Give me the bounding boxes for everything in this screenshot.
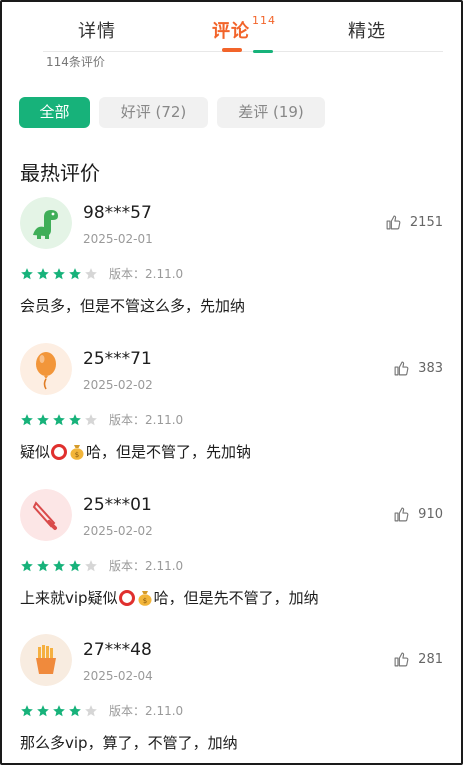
review-text: 会员多，但是不管这么多，先加纳 (20, 297, 246, 315)
review-date: 2025-02-02 (83, 378, 153, 392)
star-filled-icon (21, 704, 33, 716)
knife-icon (20, 489, 72, 541)
review-text: 疑似 $ 哈，但是不管了，先加钠 (20, 441, 251, 462)
red-circle-icon (118, 590, 135, 606)
tab-reviews-badge: 114 (252, 14, 276, 27)
tab-divider (43, 51, 443, 52)
username: 25***71 (83, 349, 152, 369)
star-filled-icon (69, 704, 81, 716)
section-title: 最热评价 (20, 161, 100, 185)
tab-details[interactable]: 详情 (78, 17, 116, 43)
red-circle-icon (51, 444, 68, 460)
username: 25***01 (83, 495, 152, 515)
review-item: 98***57 2025-02-01 2151 版本：2.11.0 会员多，但是… (2, 197, 461, 342)
review-text: 上来就vip疑似 $ 哈，但是先不管了，加纳 (20, 587, 319, 608)
review-text-part: 上来就vip疑似 (20, 589, 118, 607)
star-filled-icon (53, 704, 65, 716)
star-rating: 版本：2.11.0 (20, 557, 183, 574)
username: 98***57 (83, 203, 152, 223)
tab-reviews[interactable]: 评论114 (212, 14, 276, 43)
review-date: 2025-02-01 (83, 232, 153, 246)
svg-text:$: $ (142, 597, 146, 605)
avatar[interactable] (20, 634, 72, 686)
review-text-part: 哈，但是先不管了，加纳 (153, 589, 319, 607)
app-version: 版本：2.11.0 (109, 559, 184, 573)
star-filled-icon (69, 559, 81, 571)
tab-reviews-label: 评论 (212, 21, 250, 42)
review-date: 2025-02-02 (83, 524, 153, 538)
like-count: 383 (418, 361, 443, 376)
dinosaur-icon (20, 197, 72, 249)
filter-negative-button[interactable]: 差评 (19) (217, 97, 325, 128)
star-filled-icon (53, 267, 65, 279)
review-item: 27***48 2025-02-04 281 版本：2.11.0 那么多vip，… (2, 634, 461, 763)
tab-featured[interactable]: 精选 (348, 17, 386, 43)
review-date: 2025-02-04 (83, 669, 153, 683)
star-filled-icon (53, 413, 65, 425)
star-empty-icon (85, 413, 97, 425)
star-filled-icon (37, 413, 49, 425)
thumbs-up-icon (386, 215, 401, 230)
star-filled-icon (69, 413, 81, 425)
like-count: 281 (418, 652, 443, 667)
review-text-part: 哈，但是不管了，先加钠 (86, 443, 252, 461)
star-filled-icon (37, 267, 49, 279)
star-empty-icon (85, 704, 97, 716)
star-filled-icon (21, 413, 33, 425)
like-button[interactable]: 383 (393, 360, 443, 377)
like-button[interactable]: 910 (393, 506, 443, 523)
money-bag-icon: $ (138, 591, 152, 606)
tab-bar: 详情 评论114 精选 (2, 2, 461, 50)
app-version: 版本：2.11.0 (109, 704, 184, 718)
thumbs-up-icon (394, 652, 409, 667)
review-item: 25***71 2025-02-02 383 版本：2.11.0 疑似 $ 哈，但是… (2, 343, 461, 488)
review-count: 114条评价 (46, 55, 105, 69)
balloon-icon (20, 343, 72, 395)
thumbs-up-icon (394, 507, 409, 522)
svg-text:$: $ (75, 451, 79, 459)
review-item: 25***01 2025-02-02 910 版本：2.11.0 上来就vip疑… (2, 489, 461, 634)
fries-icon (20, 634, 72, 686)
star-filled-icon (53, 559, 65, 571)
star-filled-icon (37, 704, 49, 716)
app-frame: 详情 评论114 精选 114条评价 全部 好评 (72) 差评 (19) 最热… (0, 0, 463, 765)
star-rating: 版本：2.11.0 (20, 411, 183, 428)
star-filled-icon (69, 267, 81, 279)
filter-positive-button[interactable]: 好评 (72) (99, 97, 208, 128)
app-version: 版本：2.11.0 (109, 267, 184, 281)
money-bag-icon: $ (70, 445, 84, 460)
star-filled-icon (21, 267, 33, 279)
filter-all-button[interactable]: 全部 (19, 97, 90, 128)
thumbs-up-icon (394, 361, 409, 376)
review-text: 那么多vip，算了，不管了，加纳 (20, 734, 238, 752)
tab-indicator-secondary (253, 50, 273, 53)
star-filled-icon (21, 559, 33, 571)
review-text-part: 疑似 (20, 443, 51, 461)
like-count: 2151 (409, 215, 443, 230)
avatar[interactable] (20, 197, 72, 249)
app-version: 版本：2.11.0 (109, 413, 184, 427)
star-filled-icon (37, 559, 49, 571)
star-rating: 版本：2.11.0 (20, 265, 183, 282)
star-empty-icon (85, 267, 97, 279)
star-rating: 版本：2.11.0 (20, 702, 183, 719)
avatar[interactable] (20, 343, 72, 395)
like-button[interactable]: 281 (393, 651, 443, 668)
like-count: 910 (418, 507, 443, 522)
username: 27***48 (83, 640, 152, 660)
like-button[interactable]: 2151 (385, 214, 443, 231)
active-tab-indicator (222, 48, 242, 52)
star-empty-icon (85, 559, 97, 571)
avatar[interactable] (20, 489, 72, 541)
